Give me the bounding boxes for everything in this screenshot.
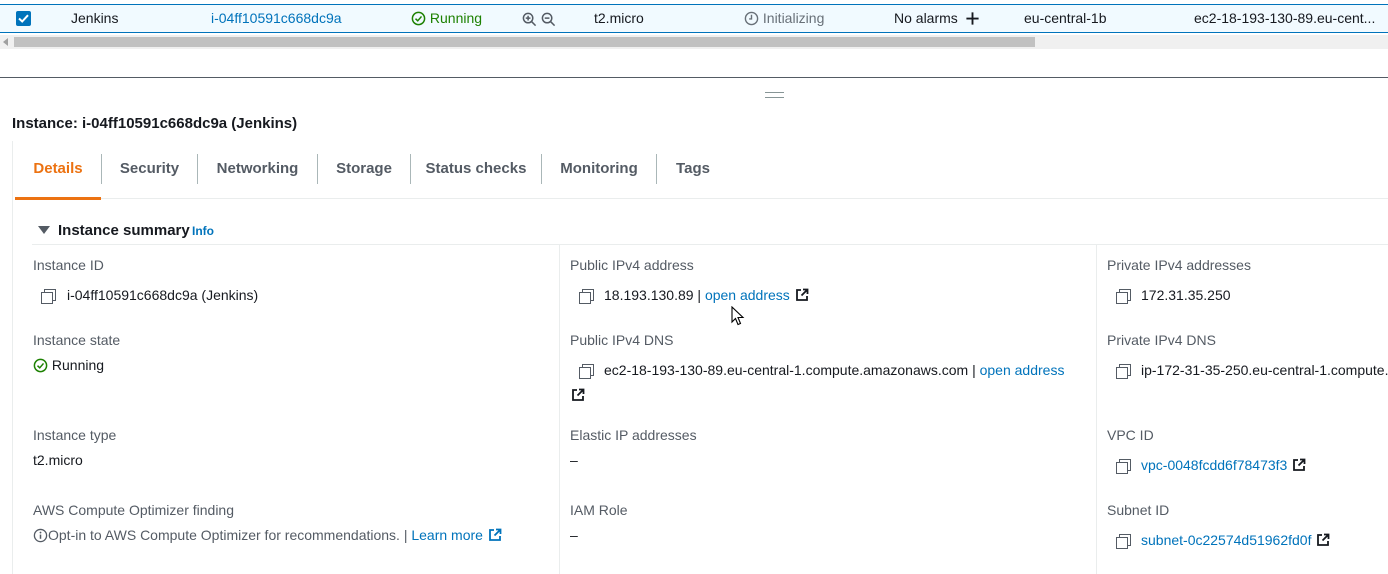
private-ipv4-value: 172.31.35.250 bbox=[1141, 287, 1231, 303]
details-tabs: Details Security Networking Storage Stat… bbox=[15, 141, 1388, 200]
mouse-cursor-icon bbox=[731, 306, 745, 326]
row-alarms: No alarms bbox=[894, 10, 958, 26]
copy-icon[interactable] bbox=[41, 289, 56, 304]
copy-icon[interactable] bbox=[579, 364, 594, 379]
zoom-out-icon[interactable] bbox=[541, 12, 556, 27]
iam-role-value: – bbox=[570, 527, 578, 543]
subnet-id-value: subnet-0c22574d51962fd0f bbox=[1141, 532, 1330, 548]
instance-table-row[interactable]: Jenkins i-04ff10591c668dc9a Running t2.m… bbox=[0, 4, 1388, 33]
external-link-icon[interactable] bbox=[1316, 533, 1330, 547]
instance-state-text: Running bbox=[51, 357, 105, 373]
iam-role-label: IAM Role bbox=[570, 502, 628, 518]
elastic-ip-label: Elastic IP addresses bbox=[570, 427, 697, 443]
summary-divider bbox=[32, 244, 1388, 245]
instance-id-label: Instance ID bbox=[33, 257, 104, 273]
external-link-icon[interactable] bbox=[1292, 458, 1306, 472]
copy-icon[interactable] bbox=[1116, 364, 1131, 379]
vpc-id-link[interactable]: vpc-0048fcdd6f78473f3 bbox=[1141, 457, 1287, 473]
row-status-check-label: Initializing bbox=[762, 10, 825, 26]
subnet-id-link[interactable]: subnet-0c22574d51962fd0f bbox=[1141, 532, 1311, 548]
public-dns-value: ec2-18-193-130-89.eu-central-1.compute.a… bbox=[604, 362, 1064, 378]
copy-icon[interactable] bbox=[1116, 459, 1131, 474]
tab-status-checks[interactable]: Status checks bbox=[411, 141, 541, 199]
clock-icon bbox=[744, 11, 759, 26]
elastic-ip-value: – bbox=[570, 452, 578, 468]
vpc-id-value: vpc-0048fcdd6f78473f3 bbox=[1141, 457, 1306, 473]
private-dns-value: ip-172-31-35-250.eu-central-1.compute.in… bbox=[1141, 362, 1388, 378]
row-state-label: Running bbox=[429, 10, 483, 26]
external-link-icon[interactable] bbox=[488, 528, 502, 542]
optimizer-label: AWS Compute Optimizer finding bbox=[33, 502, 234, 518]
subnet-id-label: Subnet ID bbox=[1107, 502, 1170, 518]
row-state: Running bbox=[411, 5, 482, 32]
private-dns-label: Private IPv4 DNS bbox=[1107, 332, 1216, 348]
instance-id-value: i-04ff10591c668dc9a (Jenkins) bbox=[67, 287, 259, 303]
row-checkbox[interactable] bbox=[16, 11, 31, 26]
scrollbar-thumb[interactable] bbox=[14, 37, 1035, 47]
learn-more-link[interactable]: Learn more bbox=[411, 527, 483, 543]
copy-icon[interactable] bbox=[579, 289, 594, 304]
optimizer-value: Opt-in to AWS Compute Optimizer for reco… bbox=[33, 527, 502, 543]
optimizer-text: Opt-in to AWS Compute Optimizer for reco… bbox=[48, 527, 408, 543]
column-divider bbox=[559, 244, 560, 574]
row-availability-zone: eu-central-1b bbox=[1024, 10, 1107, 26]
public-ipv4-text: 18.193.130.89 | bbox=[604, 287, 702, 303]
copy-icon[interactable] bbox=[1116, 534, 1131, 549]
horizontal-scrollbar[interactable] bbox=[0, 35, 1388, 49]
public-ipv4-label: Public IPv4 address bbox=[570, 257, 694, 273]
summary-title: Instance summary bbox=[58, 222, 190, 239]
external-link-icon[interactable] bbox=[795, 288, 809, 302]
open-address-link[interactable]: open address bbox=[980, 362, 1065, 378]
add-alarm-button[interactable] bbox=[965, 5, 980, 32]
check-circle-icon bbox=[33, 358, 48, 373]
plus-icon bbox=[966, 12, 979, 25]
resize-handle[interactable] bbox=[765, 92, 784, 98]
row-instance-type: t2.micro bbox=[594, 10, 644, 26]
vpc-id-label: VPC ID bbox=[1107, 427, 1154, 443]
public-dns-text: ec2-18-193-130-89.eu-central-1.compute.a… bbox=[604, 362, 976, 378]
external-link-icon[interactable] bbox=[571, 388, 585, 402]
row-public-dns: ec2-18-193-130-89.eu-cent... bbox=[1194, 10, 1376, 26]
split-divider bbox=[0, 77, 1388, 78]
info-link[interactable]: Info bbox=[192, 224, 214, 238]
tab-storage[interactable]: Storage bbox=[318, 141, 410, 199]
tab-details[interactable]: Details bbox=[15, 141, 101, 200]
copy-icon[interactable] bbox=[1116, 289, 1131, 304]
instance-state-value: Running bbox=[33, 357, 104, 373]
tab-tags[interactable]: Tags bbox=[657, 141, 729, 199]
instance-heading: Instance: i-04ff10591c668dc9a (Jenkins) bbox=[12, 115, 298, 132]
public-ipv4-value: 18.193.130.89 | open address bbox=[604, 287, 809, 303]
scroll-left-arrow[interactable] bbox=[3, 38, 8, 46]
open-address-link[interactable]: open address bbox=[705, 287, 790, 303]
row-status-check: Initializing bbox=[744, 5, 824, 32]
tab-networking[interactable]: Networking bbox=[198, 141, 317, 199]
row-zoom-controls bbox=[522, 5, 556, 32]
row-instance-id-link[interactable]: i-04ff10591c668dc9a bbox=[211, 5, 342, 32]
private-ipv4-label: Private IPv4 addresses bbox=[1107, 257, 1251, 273]
public-dns-label: Public IPv4 DNS bbox=[570, 332, 674, 348]
tab-security[interactable]: Security bbox=[102, 141, 197, 199]
info-icon bbox=[33, 528, 48, 543]
check-circle-icon bbox=[411, 11, 426, 26]
zoom-in-icon[interactable] bbox=[522, 12, 537, 27]
row-name: Jenkins bbox=[71, 10, 119, 26]
column-divider bbox=[1096, 244, 1097, 574]
instance-type-label: Instance type bbox=[33, 427, 117, 443]
tab-monitoring[interactable]: Monitoring bbox=[542, 141, 656, 199]
instance-type-value: t2.micro bbox=[33, 452, 83, 468]
collapse-caret-icon[interactable] bbox=[38, 226, 50, 234]
instance-state-label: Instance state bbox=[33, 332, 121, 348]
